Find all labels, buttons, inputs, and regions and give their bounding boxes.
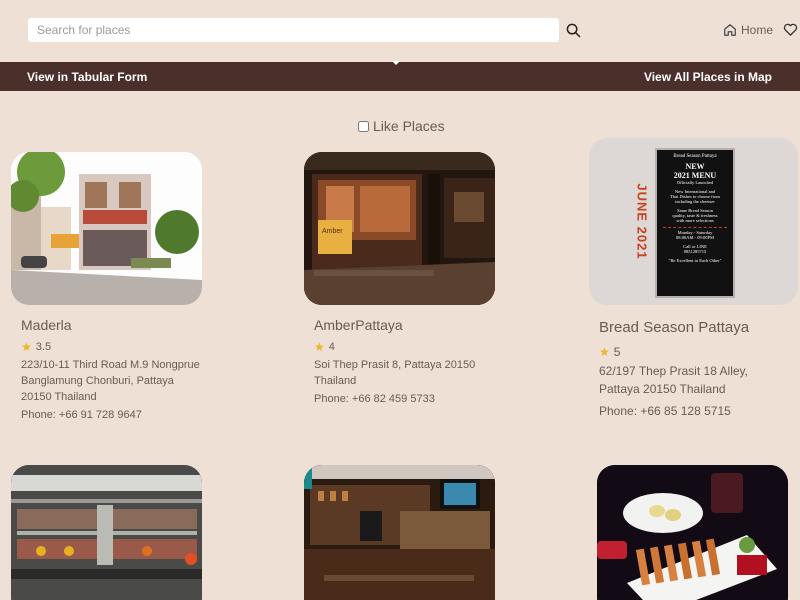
place-phone: Phone: +66 82 459 5733 — [314, 393, 435, 405]
poster-line: 08:00AM - 09:00PM — [675, 235, 714, 240]
view-map-link[interactable]: View All Places in Map — [644, 70, 772, 84]
place-image-satay[interactable] — [597, 465, 788, 600]
star-icon: ★ — [21, 340, 32, 354]
poster-side: JUNE 2021 — [633, 146, 651, 296]
home-label: Home — [741, 23, 774, 37]
place-image-bar[interactable] — [304, 465, 495, 600]
heart-icon — [783, 23, 798, 36]
place-rating: ★ 3.5 — [21, 340, 51, 354]
rating-value: 5 — [613, 345, 621, 359]
place-name[interactable]: Bread Season Pattaya — [599, 319, 749, 336]
rating-value: 4 — [328, 341, 335, 353]
place-phone: Phone: +66 85 128 5715 — [599, 404, 731, 418]
place-phone: Phone: +66 91 728 9647 — [21, 409, 142, 421]
place-address: Soi Thep Prasit 8, Pattaya 20150 Thailan… — [314, 359, 476, 387]
like-places-filter[interactable]: Like Places — [358, 118, 445, 134]
place-image-amberpattaya[interactable]: Amber — [304, 152, 495, 305]
poster-headline: 2021 MENU — [673, 171, 717, 180]
place-rating: ★ 5 — [599, 343, 620, 361]
favorites-button[interactable] — [783, 22, 800, 39]
bar-interior-photo — [304, 465, 495, 600]
dropdown-caret-icon — [392, 61, 400, 65]
poster-line: Officially Launched — [676, 180, 714, 185]
home-icon — [724, 24, 736, 36]
like-places-label: Like Places — [373, 118, 445, 134]
place-image-bread-season[interactable]: JUNE 2021 Bread Season Pattaya NEW 2021 … — [589, 138, 798, 305]
search-icon — [566, 23, 580, 37]
star-icon: ★ — [599, 345, 610, 359]
place-name[interactable]: AmberPattaya — [314, 317, 403, 333]
place-name[interactable]: Maderla — [21, 317, 72, 333]
like-places-checkbox[interactable] — [358, 120, 369, 132]
view-tabular-link[interactable]: View in Tabular Form — [27, 70, 147, 84]
search-button[interactable] — [563, 20, 583, 40]
place-rating: ★ 4 — [314, 340, 335, 354]
menu-poster: Bread Season Pattaya NEW 2021 MENU Offic… — [655, 148, 735, 298]
storefront-sign: Amber — [322, 228, 343, 235]
view-navbar: View in Tabular Form View All Places in … — [0, 61, 800, 91]
top-bar: Home — [0, 0, 800, 62]
poster-divider — [663, 227, 727, 228]
poster-headline: NEW — [685, 162, 705, 171]
poster-line: including the cheeiser — [675, 199, 715, 204]
poster-side-text: JUNE 2021 — [634, 182, 650, 260]
place-address: 62/197 Thep Prasit 18 Alley, Pattaya 201… — [599, 364, 748, 396]
place-image-butcher[interactable] — [11, 465, 202, 600]
satay-dish-photo — [597, 465, 788, 600]
search-input[interactable] — [28, 18, 559, 42]
star-icon: ★ — [314, 340, 325, 354]
place-address: 223/10-11 Third Road M.9 Nongprue Bangla… — [21, 359, 200, 403]
poster-tagline: "Be Excellent to Each Other" — [668, 258, 722, 263]
home-link[interactable]: Home — [723, 20, 773, 40]
deli-counter-photo — [11, 465, 202, 600]
rating-value: 3.5 — [35, 341, 52, 353]
poster-line: 0851285715 — [683, 249, 707, 254]
storefront-photo — [11, 152, 202, 305]
place-image-maderla[interactable] — [11, 152, 202, 305]
poster-brand: Bread Season Pattaya — [673, 154, 717, 159]
poster-line: with more selections — [676, 218, 714, 223]
